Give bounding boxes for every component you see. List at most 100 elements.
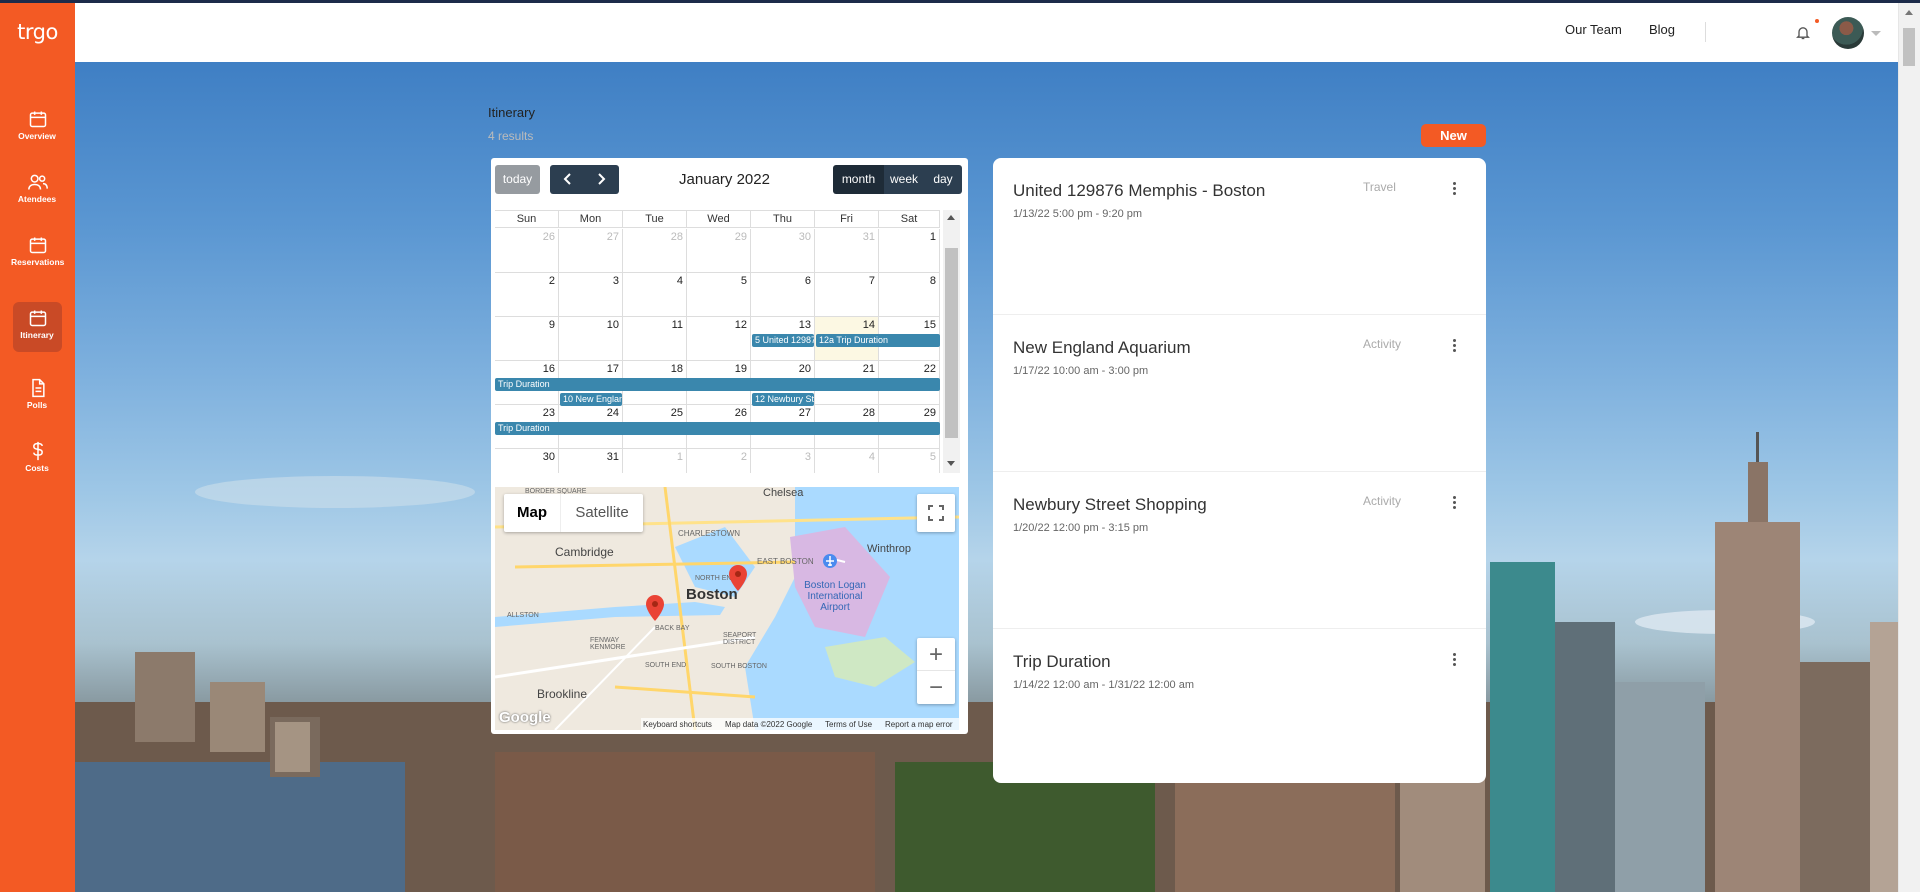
calendar-day-cell[interactable]: 4 [815, 449, 879, 473]
sidebar-item-costs[interactable]: Costs [13, 435, 62, 485]
scrollbar-thumb[interactable] [945, 248, 958, 438]
item-title[interactable]: New England Aquarium [1013, 338, 1191, 358]
calendar-day-number: 21 [862, 363, 875, 375]
map-label-cambridge: Cambridge [555, 545, 614, 559]
view-week-button[interactable]: week [884, 165, 924, 194]
page-scrollbar[interactable] [1898, 3, 1920, 892]
item-title[interactable]: Trip Duration [1013, 652, 1111, 672]
scroll-up-icon[interactable] [947, 215, 955, 220]
list-item[interactable]: United 129876 Memphis - Boston 1/13/22 5… [993, 158, 1486, 315]
view-day-button[interactable]: day [924, 165, 962, 194]
map-label-seaport: SEAPORT DISTRICT [723, 632, 757, 646]
calendar-day-cell[interactable]: 12 [687, 317, 751, 361]
fullscreen-icon [928, 505, 944, 521]
calendar-day-cell[interactable]: 26 [495, 229, 559, 273]
skyline-illustration [75, 432, 1898, 892]
calendar-event[interactable]: 12 Newbury Street [752, 393, 814, 406]
calendar-day-cell[interactable]: 2 [495, 273, 559, 317]
calendar-day-cell[interactable]: 6 [751, 273, 815, 317]
nav-link-our-team[interactable]: Our Team [1565, 22, 1622, 37]
calendar-icon [29, 111, 46, 128]
sidebar-item-itinerary[interactable]: Itinerary [13, 302, 62, 352]
dollar-icon [32, 441, 43, 461]
list-item[interactable]: Trip Duration 1/14/22 12:00 am - 1/31/22… [993, 629, 1486, 783]
map-label-allston: ALLSTON [507, 612, 539, 619]
calendar-event[interactable]: 5 United 129876 [752, 334, 814, 347]
calendar-day-number: 16 [542, 363, 555, 375]
keyboard-shortcuts-link[interactable]: Keyboard shortcuts [643, 718, 712, 731]
calendar-day-cell[interactable]: 27 [559, 229, 623, 273]
calendar-day-number: 28 [670, 231, 683, 243]
calendar-day-cell[interactable]: 8 [879, 273, 940, 317]
calendar-day-number: 4 [868, 451, 875, 463]
map-data-attribution: Map data ©2022 Google [725, 720, 813, 729]
calendar-day-cell[interactable]: 5 [879, 449, 940, 473]
avatar[interactable] [1832, 17, 1864, 49]
today-button[interactable]: today [495, 165, 540, 194]
calendar-day-number: 6 [804, 275, 811, 287]
new-button[interactable]: New [1421, 124, 1486, 147]
calendar-event[interactable]: 10 New England Aquarium [560, 393, 622, 406]
map-label-winthrop: Winthrop [867, 543, 912, 555]
calendar-day-cell[interactable]: 31 [559, 449, 623, 473]
scroll-up-icon[interactable] [1905, 10, 1913, 15]
list-item[interactable]: Newbury Street Shopping 1/20/22 12:00 pm… [993, 472, 1486, 629]
calendar-day-cell[interactable]: 3 [559, 273, 623, 317]
more-options-icon[interactable] [1449, 494, 1459, 514]
map-zoom-controls: + − [917, 638, 955, 704]
calendar-day-cell[interactable]: 11 [623, 317, 687, 361]
chevron-right-icon[interactable] [595, 173, 607, 185]
sidebar-item-overview[interactable]: Overview [13, 103, 62, 153]
calendar-day-cell[interactable]: 3 [751, 449, 815, 473]
google-logo[interactable]: Google [499, 709, 551, 726]
more-options-icon[interactable] [1449, 651, 1459, 671]
item-title[interactable]: United 129876 Memphis - Boston [1013, 181, 1265, 201]
calendar-day-cell[interactable]: 2 [687, 449, 751, 473]
map-marker-icon[interactable] [729, 565, 747, 591]
calendar-day-cell[interactable]: 9 [495, 317, 559, 361]
calendar-day-cell[interactable]: 7 [815, 273, 879, 317]
nav-link-blog[interactable]: Blog [1649, 22, 1675, 37]
map-fullscreen-button[interactable] [917, 494, 955, 532]
calendar-day-cell[interactable]: 31 [815, 229, 879, 273]
app-logo[interactable]: trgo [0, 20, 75, 44]
more-options-icon[interactable] [1449, 180, 1459, 200]
zoom-in-button[interactable]: + [917, 638, 955, 671]
item-time: 1/13/22 5:00 pm - 9:20 pm [1013, 208, 1143, 220]
map-type-satellite-button[interactable]: Satellite [560, 494, 643, 532]
list-item[interactable]: New England Aquarium 1/17/22 10:00 am - … [993, 315, 1486, 472]
calendar-event[interactable]: 12a Trip Duration [816, 334, 940, 347]
map-type-map-button[interactable]: Map [504, 494, 560, 532]
sidebar-item-atendees[interactable]: Atendees [13, 166, 62, 216]
calendar-day-cell[interactable]: 5 [687, 273, 751, 317]
map-marker-icon[interactable] [646, 595, 664, 621]
day-header: Wed [687, 211, 751, 228]
calendar-day-cell[interactable]: 1 [879, 229, 940, 273]
item-title[interactable]: Newbury Street Shopping [1013, 495, 1207, 515]
calendar-event[interactable]: Trip Duration [495, 378, 940, 391]
calendar-day-cell[interactable]: 1 [623, 449, 687, 473]
calendar-day-cell[interactable]: 4 [623, 273, 687, 317]
calendar-day-cell[interactable]: 30 [495, 449, 559, 473]
calendar-day-cell[interactable]: 30 [751, 229, 815, 273]
calendar-day-cell[interactable]: 29 [687, 229, 751, 273]
calendar-event[interactable]: Trip Duration [495, 422, 940, 435]
report-map-error-link[interactable]: Report a map error [885, 718, 953, 731]
view-month-button[interactable]: month [833, 165, 884, 194]
terms-of-use-link[interactable]: Terms of Use [825, 718, 872, 731]
item-type-badge: Travel [1363, 180, 1396, 194]
sidebar: trgo Overview Atendees Reservations Itin… [0, 3, 75, 892]
chevron-left-icon[interactable] [562, 173, 574, 185]
bell-icon[interactable] [1795, 24, 1811, 41]
scroll-down-icon[interactable] [947, 461, 955, 466]
zoom-out-button[interactable]: − [917, 671, 955, 704]
sidebar-item-polls[interactable]: Polls [13, 372, 62, 422]
calendar-day-cell[interactable]: 10 [559, 317, 623, 361]
calendar-scrollbar[interactable] [943, 210, 960, 473]
calendar-day-number: 17 [606, 363, 619, 375]
scrollbar-thumb[interactable] [1903, 28, 1915, 66]
chevron-down-icon[interactable] [1871, 31, 1881, 36]
calendar-day-cell[interactable]: 28 [623, 229, 687, 273]
sidebar-item-reservations[interactable]: Reservations [11, 229, 64, 279]
more-options-icon[interactable] [1449, 337, 1459, 357]
